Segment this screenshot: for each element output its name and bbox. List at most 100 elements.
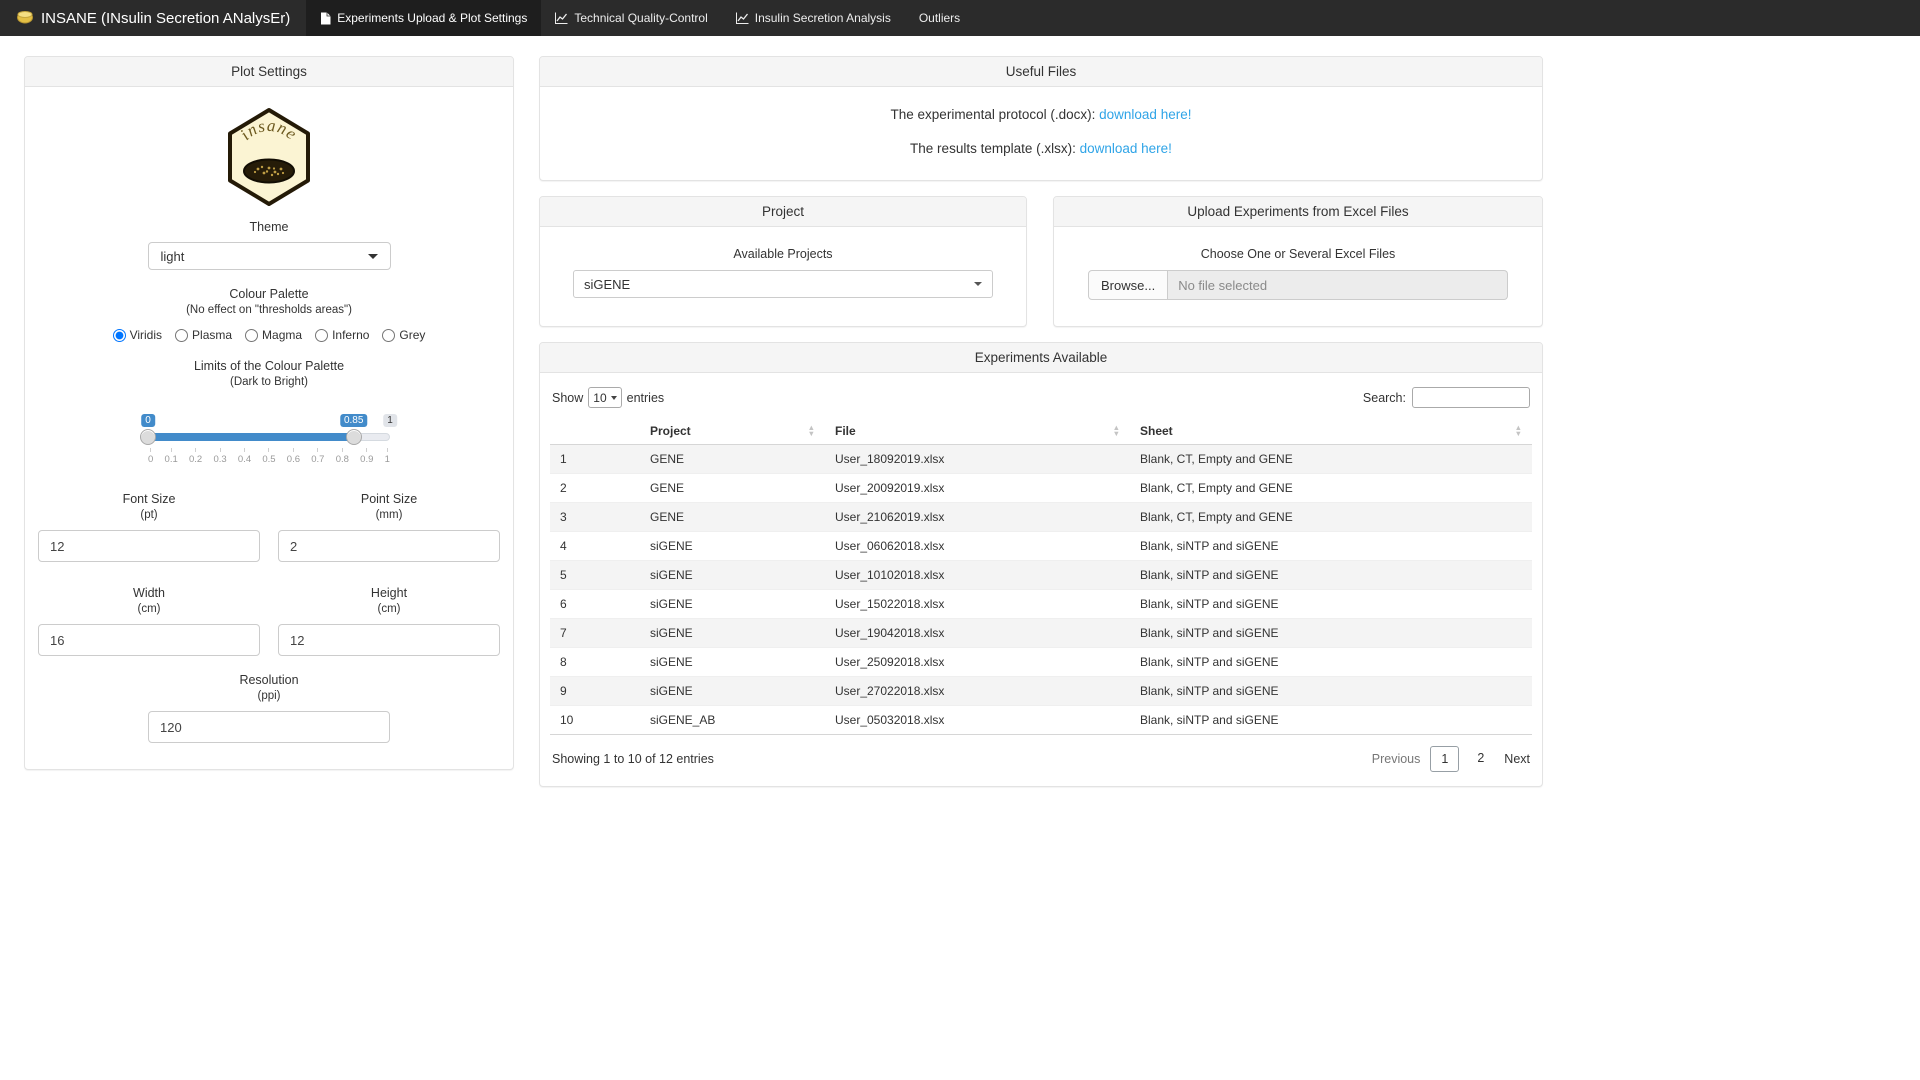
palette-radio-group: Viridis Plasma Magma Inferno Grey bbox=[38, 328, 500, 342]
table-row[interactable]: 5siGENEUser_10102018.xlsxBlank, siNTP an… bbox=[550, 561, 1532, 590]
font-size-input[interactable] bbox=[38, 530, 260, 562]
table-cell: GENE bbox=[640, 445, 825, 474]
chevron-down-icon bbox=[974, 282, 982, 286]
experiments-table: Project▲▼ File ▲▼ Sheet ▲▼ 1GENEUser_1809201… bbox=[550, 418, 1532, 735]
chart-line-icon bbox=[555, 12, 568, 24]
table-row[interactable]: 8siGENEUser_25092018.xlsxBlank, siNTP an… bbox=[550, 648, 1532, 677]
table-row[interactable]: 2GENEUser_20092019.xlsxBlank, CT, Empty … bbox=[550, 474, 1532, 503]
table-cell: 3 bbox=[550, 503, 640, 532]
protocol-download-link[interactable]: download here! bbox=[1099, 107, 1191, 122]
project-select[interactable]: siGENE bbox=[573, 270, 993, 298]
page-length-value: 10 bbox=[593, 391, 606, 405]
table-cell: Blank, siNTP and siGENE bbox=[1130, 706, 1532, 735]
choose-files-label: Choose One or Several Excel Files bbox=[1074, 247, 1522, 261]
table-row[interactable]: 1GENEUser_18092019.xlsxBlank, CT, Empty … bbox=[550, 445, 1532, 474]
table-cell: User_21062019.xlsx bbox=[825, 503, 1130, 532]
tab-label: Technical Quality-Control bbox=[574, 11, 707, 25]
table-row[interactable]: 4siGENEUser_06062018.xlsxBlank, siNTP an… bbox=[550, 532, 1532, 561]
tab-experiments-upload[interactable]: Experiments Upload & Plot Settings bbox=[306, 0, 541, 36]
width-input[interactable] bbox=[38, 624, 260, 656]
tab-technical-qc[interactable]: Technical Quality-Control bbox=[541, 0, 721, 36]
previous-page-button[interactable]: Previous bbox=[1372, 752, 1421, 766]
file-name-display[interactable]: No file selected bbox=[1168, 270, 1508, 300]
height-unit: (cm) bbox=[278, 603, 500, 615]
palette-label: Colour Palette bbox=[38, 287, 500, 301]
table-row[interactable]: 3GENEUser_21062019.xlsxBlank, CT, Empty … bbox=[550, 503, 1532, 532]
point-size-input[interactable] bbox=[278, 530, 500, 562]
radio-input[interactable] bbox=[175, 329, 188, 342]
table-cell: 6 bbox=[550, 590, 640, 619]
slider-handle-max[interactable] bbox=[346, 429, 362, 445]
table-row[interactable]: 9siGENEUser_27022018.xlsxBlank, siNTP an… bbox=[550, 677, 1532, 706]
table-cell: GENE bbox=[640, 503, 825, 532]
panel-title: Useful Files bbox=[540, 57, 1542, 87]
table-cell: Blank, siNTP and siGENE bbox=[1130, 677, 1532, 706]
sort-icons[interactable]: ▲▼ bbox=[1515, 425, 1522, 436]
template-download-link[interactable]: download here! bbox=[1080, 141, 1172, 156]
palette-radio[interactable]: Magma bbox=[245, 328, 302, 342]
radio-input[interactable] bbox=[315, 329, 328, 342]
radio-input[interactable] bbox=[245, 329, 258, 342]
upload-panel: Upload Experiments from Excel Files Choo… bbox=[1053, 196, 1543, 327]
radio-input[interactable] bbox=[382, 329, 395, 342]
theme-select[interactable]: light bbox=[148, 242, 391, 270]
table-cell: siGENE bbox=[640, 677, 825, 706]
panel-title: Upload Experiments from Excel Files bbox=[1054, 197, 1542, 227]
width-unit: (cm) bbox=[38, 603, 260, 615]
column-header[interactable]: Sheet ▲▼ bbox=[1130, 418, 1532, 445]
column-header[interactable]: File ▲▼ bbox=[825, 418, 1130, 445]
height-input[interactable] bbox=[278, 624, 500, 656]
table-cell: User_19042018.xlsx bbox=[825, 619, 1130, 648]
slider-handle-min[interactable] bbox=[140, 429, 156, 445]
resolution-label: Resolution bbox=[38, 673, 500, 687]
browse-button[interactable]: Browse... bbox=[1088, 270, 1168, 300]
width-label: Width bbox=[38, 586, 260, 600]
sort-icons[interactable]: ▲▼ bbox=[808, 425, 815, 436]
sort-icons[interactable]: ▲▼ bbox=[1113, 425, 1120, 436]
protocol-text: The experimental protocol (.docx): bbox=[891, 107, 1096, 122]
theme-selected-value: light bbox=[161, 249, 185, 264]
table-cell: Blank, siNTP and siGENE bbox=[1130, 648, 1532, 677]
table-cell: User_10102018.xlsx bbox=[825, 561, 1130, 590]
table-row[interactable]: 7siGENEUser_19042018.xlsxBlank, siNTP an… bbox=[550, 619, 1532, 648]
experiments-table-header-row: Project▲▼ File ▲▼ Sheet ▲▼ bbox=[550, 418, 1532, 445]
file-input-group: Browse... No file selected bbox=[1088, 270, 1508, 300]
palette-limits-slider[interactable]: 0 0.85 1 00.10.20.30.40.50.60.70.80.91 bbox=[148, 414, 390, 468]
table-cell: User_05032018.xlsx bbox=[825, 706, 1130, 735]
font-size-label: Font Size bbox=[38, 492, 260, 506]
insane-logo: insane bbox=[38, 107, 500, 212]
radio-label: Plasma bbox=[192, 328, 232, 342]
experiments-panel: Experiments Available Show 10 entries bbox=[539, 342, 1543, 787]
table-row[interactable]: 10siGENE_ABUser_05032018.xlsxBlank, siNT… bbox=[550, 706, 1532, 735]
table-cell: 10 bbox=[550, 706, 640, 735]
column-header-label: Sheet bbox=[1140, 424, 1173, 438]
search-input[interactable] bbox=[1412, 387, 1530, 408]
show-label: Show bbox=[552, 391, 583, 405]
tab-outliers[interactable]: Outliers bbox=[905, 0, 974, 36]
table-cell: 7 bbox=[550, 619, 640, 648]
palette-radio[interactable]: Inferno bbox=[315, 328, 369, 342]
table-cell: siGENE bbox=[640, 648, 825, 677]
palette-radio[interactable]: Viridis bbox=[113, 328, 162, 342]
table-row[interactable]: 6siGENEUser_15022018.xlsxBlank, siNTP an… bbox=[550, 590, 1532, 619]
column-header-label: File bbox=[835, 424, 856, 438]
radio-label: Inferno bbox=[332, 328, 369, 342]
table-cell: 4 bbox=[550, 532, 640, 561]
chart-line-icon bbox=[736, 12, 749, 24]
palette-radio[interactable]: Grey bbox=[382, 328, 425, 342]
page-number-button[interactable]: 2 bbox=[1467, 746, 1494, 772]
next-page-button[interactable]: Next bbox=[1504, 752, 1530, 766]
palette-radio[interactable]: Plasma bbox=[175, 328, 232, 342]
slider-tick-label: 0.2 bbox=[189, 448, 202, 465]
column-header[interactable]: Project▲▼ bbox=[640, 418, 825, 445]
page-number-button[interactable]: 1 bbox=[1430, 746, 1459, 772]
radio-input[interactable] bbox=[113, 329, 126, 342]
tab-label: Insulin Secretion Analysis bbox=[755, 11, 891, 25]
tab-insulin-analysis[interactable]: Insulin Secretion Analysis bbox=[722, 0, 905, 36]
page-length-select[interactable]: 10 bbox=[588, 387, 621, 408]
chevron-down-icon bbox=[611, 396, 617, 400]
resolution-input[interactable] bbox=[148, 711, 390, 743]
table-cell: Blank, CT, Empty and GENE bbox=[1130, 445, 1532, 474]
table-cell: Blank, siNTP and siGENE bbox=[1130, 532, 1532, 561]
table-cell: GENE bbox=[640, 474, 825, 503]
